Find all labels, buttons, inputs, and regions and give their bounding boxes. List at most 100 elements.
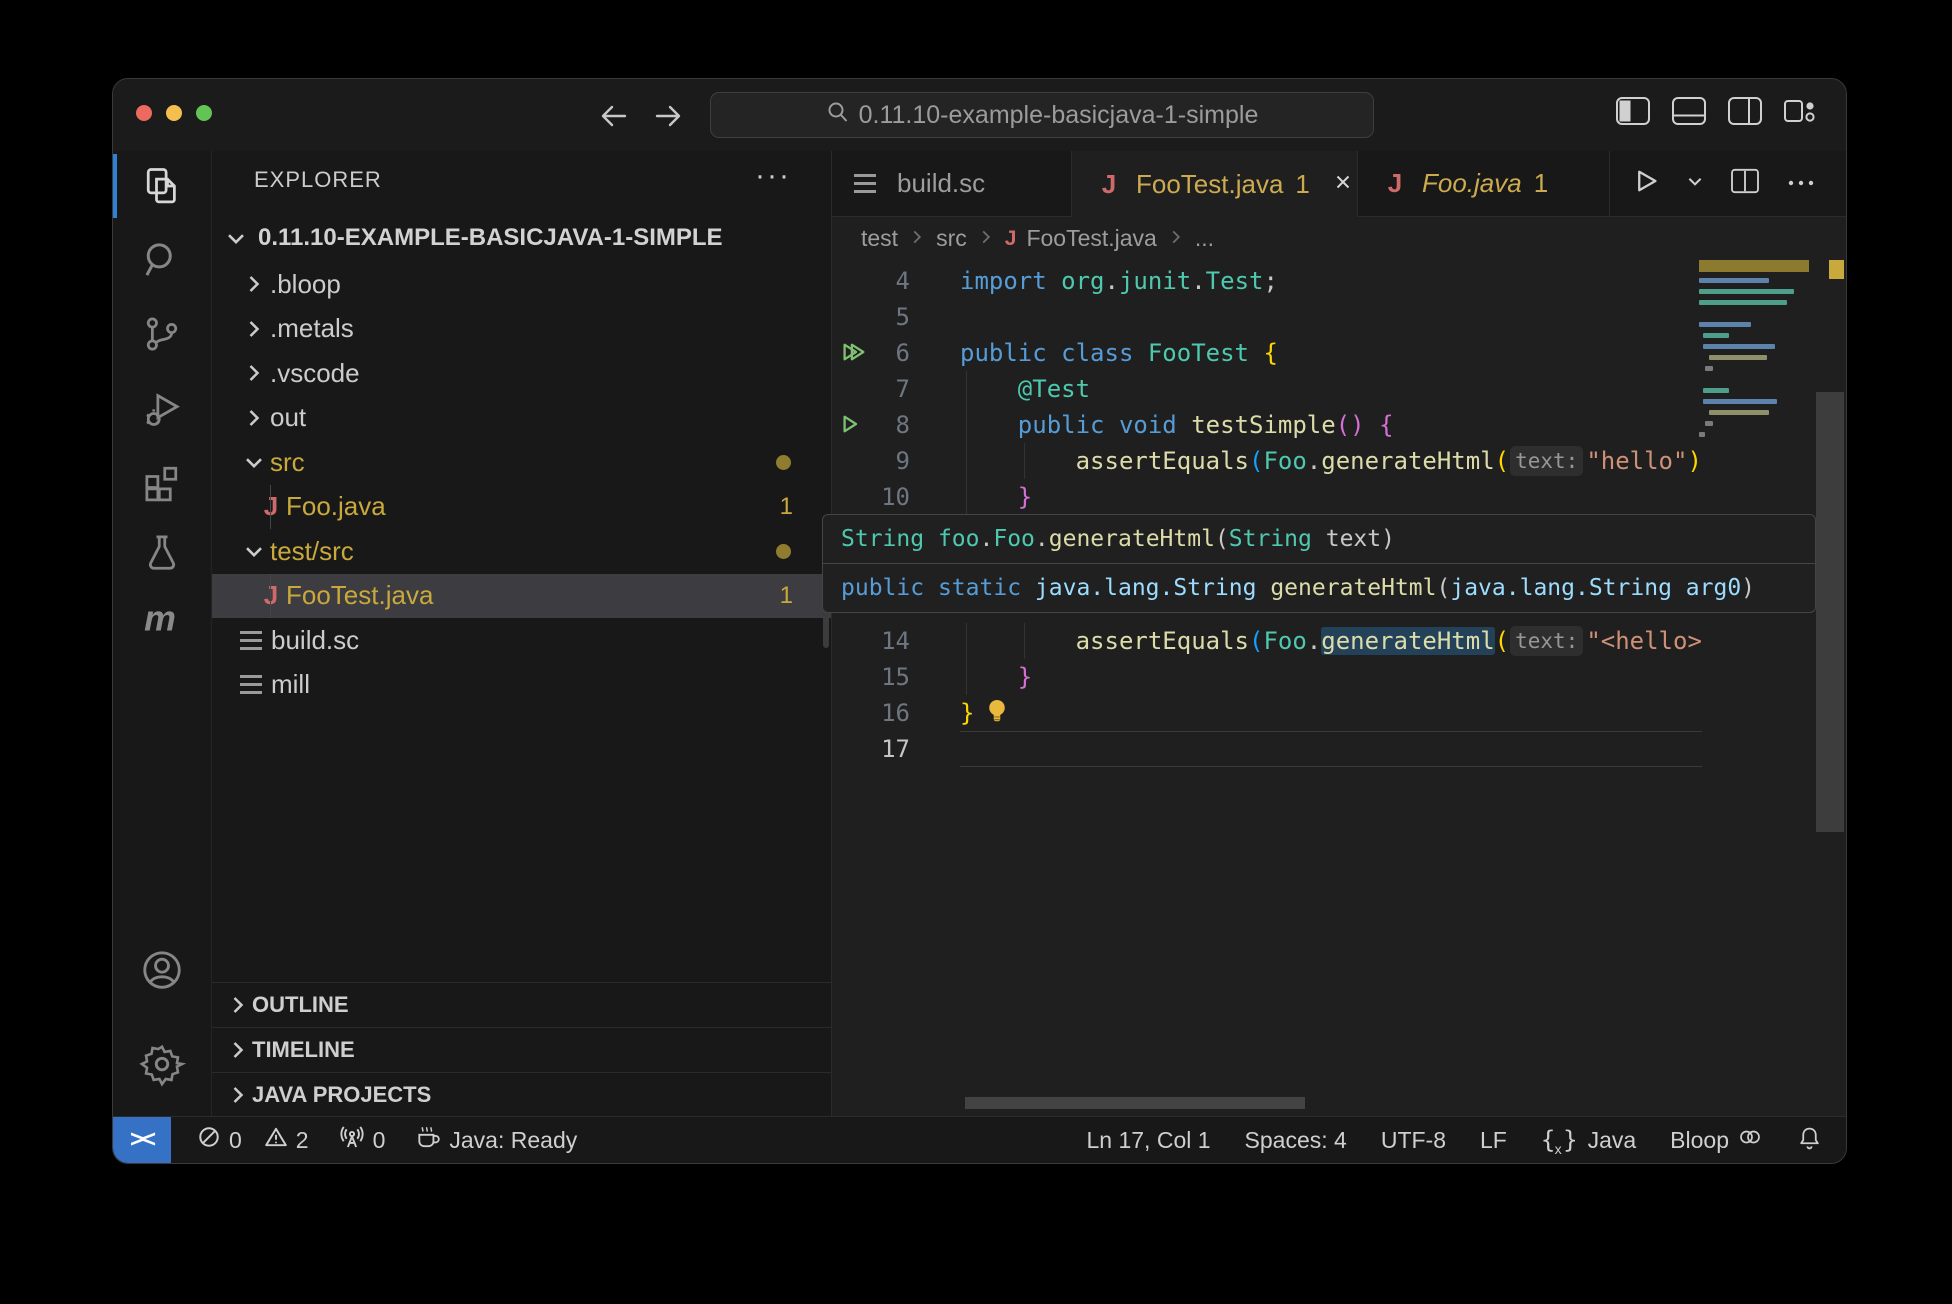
code-area[interactable]: 4import org.junit.Test;56public class Fo…: [832, 260, 1846, 1117]
more-actions-icon[interactable]: [1786, 175, 1816, 193]
language-mode[interactable]: {x} Java: [1541, 1126, 1636, 1154]
minimap[interactable]: [1699, 260, 1814, 490]
tab-footest-java[interactable]: JFooTest.java1: [1072, 151, 1358, 217]
code-line-14[interactable]: 14 assertEquals(Foo.generateHtml(text:"<…: [832, 623, 1846, 659]
tab-label: Foo.java: [1422, 168, 1522, 199]
code-line-8[interactable]: 8 public void testSimple() {: [832, 407, 1846, 443]
bloop-label: Bloop: [1670, 1127, 1729, 1154]
metals-icon[interactable]: m: [113, 583, 211, 653]
line-number: 8: [832, 407, 910, 443]
tree-item-out[interactable]: out: [212, 396, 831, 440]
code-line-content[interactable]: public class FooTest {: [960, 335, 1702, 371]
code-line-17[interactable]: 17: [832, 731, 1846, 767]
eol-indicator[interactable]: LF: [1480, 1127, 1507, 1154]
sidebar-title: EXPLORER: [254, 167, 382, 193]
close-icon[interactable]: [1332, 169, 1354, 200]
testing-icon[interactable]: [113, 517, 211, 587]
ports-status[interactable]: 0: [339, 1124, 386, 1156]
explorer-icon[interactable]: [113, 151, 211, 221]
tree-item-foo-java[interactable]: JFoo.java1: [212, 485, 831, 529]
toggle-panel-icon[interactable]: [1672, 97, 1706, 125]
indentation[interactable]: Spaces: 4: [1245, 1127, 1347, 1154]
code-line-content[interactable]: @Test: [960, 371, 1702, 407]
problems-status[interactable]: 0 2: [197, 1125, 309, 1155]
tree-root-folder[interactable]: 0.11.10-EXAMPLE-BASICJAVA-1-SIMPLE: [212, 216, 831, 260]
extensions-icon[interactable]: [113, 447, 211, 517]
toggle-secondary-sidebar-icon[interactable]: [1728, 97, 1762, 125]
minimap-code-row: [1703, 344, 1775, 349]
source-control-icon[interactable]: [113, 299, 211, 369]
scrollbar-thumb[interactable]: [1816, 392, 1844, 832]
editor-vertical-scrollbar[interactable]: [1816, 260, 1844, 1117]
title-bar[interactable]: 0.11.10-example-basicjava-1-simple: [113, 79, 1846, 152]
java-status-text: Java: Ready: [449, 1127, 577, 1154]
editor-group: build.scJFooTest.java1JFoo.java1 test src…: [832, 151, 1846, 1117]
code-line-15[interactable]: 15 }: [832, 659, 1846, 695]
cursor-position[interactable]: Ln 17, Col 1: [1087, 1127, 1211, 1154]
tab-foo-java[interactable]: JFoo.java1: [1358, 151, 1610, 216]
code-line-content[interactable]: assertEquals(Foo.generateHtml(text:"<hel…: [960, 623, 1702, 659]
breadcrumb-item--[interactable]: ...: [1195, 225, 1214, 252]
code-line-10[interactable]: 10 }: [832, 479, 1846, 515]
code-line-7[interactable]: 7 @Test: [832, 371, 1846, 407]
tree-item--metals[interactable]: .metals: [212, 307, 831, 351]
history-back-button[interactable]: [595, 97, 633, 135]
code-line-content[interactable]: }: [960, 479, 1702, 515]
tree-item-test-src[interactable]: test/src: [212, 529, 831, 573]
tree-item-build-sc[interactable]: build.sc: [212, 618, 831, 662]
account-icon[interactable]: [113, 935, 211, 1005]
settings-gear-icon[interactable]: [113, 1029, 211, 1099]
run-button[interactable]: [1630, 166, 1660, 201]
command-center-search[interactable]: 0.11.10-example-basicjava-1-simple: [710, 92, 1374, 138]
code-line-9[interactable]: 9 assertEquals(Foo.generateHtml(text:"he…: [832, 443, 1846, 479]
code-line-4[interactable]: 4import org.junit.Test;: [832, 263, 1846, 299]
close-window-button[interactable]: [136, 105, 152, 121]
code-line-content[interactable]: import org.junit.Test;: [960, 263, 1702, 299]
editor-actions: [1630, 151, 1846, 216]
code-line-content[interactable]: }: [960, 695, 1702, 731]
java-file-icon: J: [256, 491, 286, 522]
tree-item--vscode[interactable]: .vscode: [212, 351, 831, 395]
notifications-bell-icon[interactable]: [1797, 1125, 1822, 1156]
line-number: 17: [832, 731, 910, 767]
tree-item-label: .bloop: [270, 269, 341, 300]
customize-layout-icon[interactable]: [1784, 97, 1818, 125]
run-dropdown-chevron-icon[interactable]: [1686, 172, 1704, 195]
minimize-window-button[interactable]: [166, 105, 182, 121]
breadcrumb-item-footest-java[interactable]: FooTest.java: [1026, 225, 1156, 252]
line-number: 9: [832, 443, 910, 479]
bloop-status[interactable]: Bloop: [1670, 1126, 1763, 1154]
tree-item-src[interactable]: src: [212, 440, 831, 484]
tree-item--bloop[interactable]: .bloop: [212, 262, 831, 306]
breadcrumb-item-test[interactable]: test: [861, 225, 898, 252]
remote-indicator[interactable]: ><: [113, 1117, 171, 1163]
java-status[interactable]: Java: Ready: [415, 1124, 577, 1156]
lightbulb-icon[interactable]: [974, 699, 1010, 727]
problems-count-badge: 1: [780, 582, 793, 610]
code-line-content[interactable]: assertEquals(Foo.generateHtml(text:"hell…: [960, 443, 1702, 479]
encoding[interactable]: UTF-8: [1381, 1127, 1446, 1154]
section-outline[interactable]: OUTLINE: [212, 982, 831, 1027]
tab-build-sc[interactable]: build.sc: [832, 151, 1072, 216]
code-line-6[interactable]: 6public class FooTest {: [832, 335, 1846, 371]
search-view-icon[interactable]: [113, 225, 211, 295]
history-forward-button[interactable]: [649, 97, 687, 135]
code-line-5[interactable]: 5: [832, 299, 1846, 335]
code-line-content[interactable]: public void testSimple() {: [960, 407, 1702, 443]
split-editor-icon[interactable]: [1730, 168, 1760, 199]
tree-item-footest-java[interactable]: JFooTest.java1: [212, 574, 831, 618]
breadcrumb-item-src[interactable]: src: [936, 225, 967, 252]
maximize-window-button[interactable]: [196, 105, 212, 121]
views-more-actions-icon[interactable]: ···: [755, 159, 791, 193]
section-timeline[interactable]: TIMELINE: [212, 1027, 831, 1072]
code-line-content[interactable]: }: [960, 659, 1702, 695]
line-number: 14: [832, 623, 910, 659]
code-line-16[interactable]: 16}: [832, 695, 1846, 731]
tree-item-label: src: [270, 447, 305, 478]
section-java-projects[interactable]: JAVA PROJECTS: [212, 1072, 831, 1117]
error-count: 0: [229, 1127, 242, 1154]
tree-item-mill[interactable]: mill: [212, 663, 831, 707]
toggle-sidebar-icon[interactable]: [1616, 97, 1650, 125]
editor-horizontal-scrollbar[interactable]: [965, 1097, 1305, 1109]
run-debug-icon[interactable]: [113, 373, 211, 443]
